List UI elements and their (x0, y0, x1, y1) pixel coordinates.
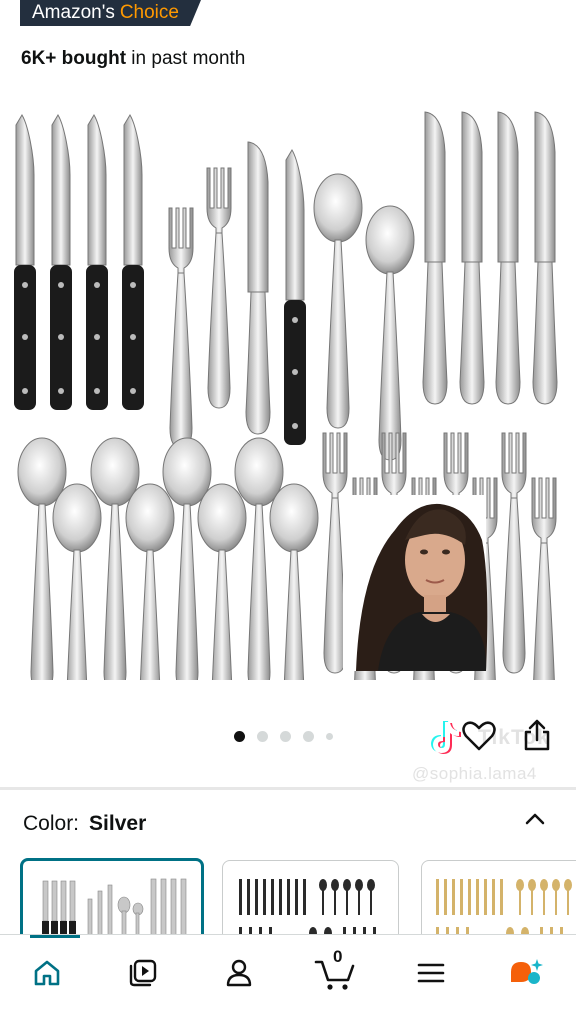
bottom-navigation: 0 (0, 934, 576, 1025)
share-icon[interactable] (522, 718, 552, 752)
video-feed-icon (129, 959, 157, 987)
nav-cart[interactable]: 0 (313, 947, 359, 993)
bought-count: 6K+ bought in past month (21, 48, 245, 70)
gallery-dot[interactable] (257, 731, 268, 742)
color-value: Silver (89, 812, 147, 835)
bought-rest: in past month (126, 48, 246, 69)
section-divider (0, 787, 576, 790)
cart-count: 0 (333, 947, 343, 966)
color-selection-label: Color: Silver (23, 812, 146, 836)
gallery-pagination (234, 731, 333, 742)
gallery-dot[interactable] (303, 731, 314, 742)
product-image[interactable] (0, 100, 576, 680)
color-label-text: Color: (23, 812, 80, 835)
hamburger-menu-icon (417, 963, 445, 983)
tiktok-logo-icon (431, 721, 461, 754)
nav-account[interactable] (219, 953, 259, 993)
creator-video-overlay (343, 495, 488, 671)
rufus-assistant-icon (511, 959, 543, 984)
chevron-up-icon[interactable] (522, 806, 548, 832)
home-icon (34, 960, 60, 986)
nav-home[interactable] (27, 953, 67, 993)
nav-inspire[interactable] (123, 953, 163, 993)
tiktok-handle: @sophia.lama4 (412, 764, 537, 783)
gallery-dot[interactable] (326, 733, 333, 740)
active-tab-indicator (30, 935, 80, 938)
user-icon (226, 959, 252, 987)
badge-choice: Choice (119, 2, 179, 23)
gallery-dot[interactable] (234, 731, 245, 742)
amazons-choice-badge: Amazon's Choice (20, 0, 201, 26)
nav-menu[interactable] (411, 953, 451, 993)
badge-prefix: Amazon's (32, 2, 115, 23)
gallery-dot[interactable] (280, 731, 291, 742)
heart-icon[interactable] (462, 720, 496, 752)
nav-rufus[interactable] (506, 953, 546, 993)
bought-strong: 6K+ bought (21, 48, 127, 69)
